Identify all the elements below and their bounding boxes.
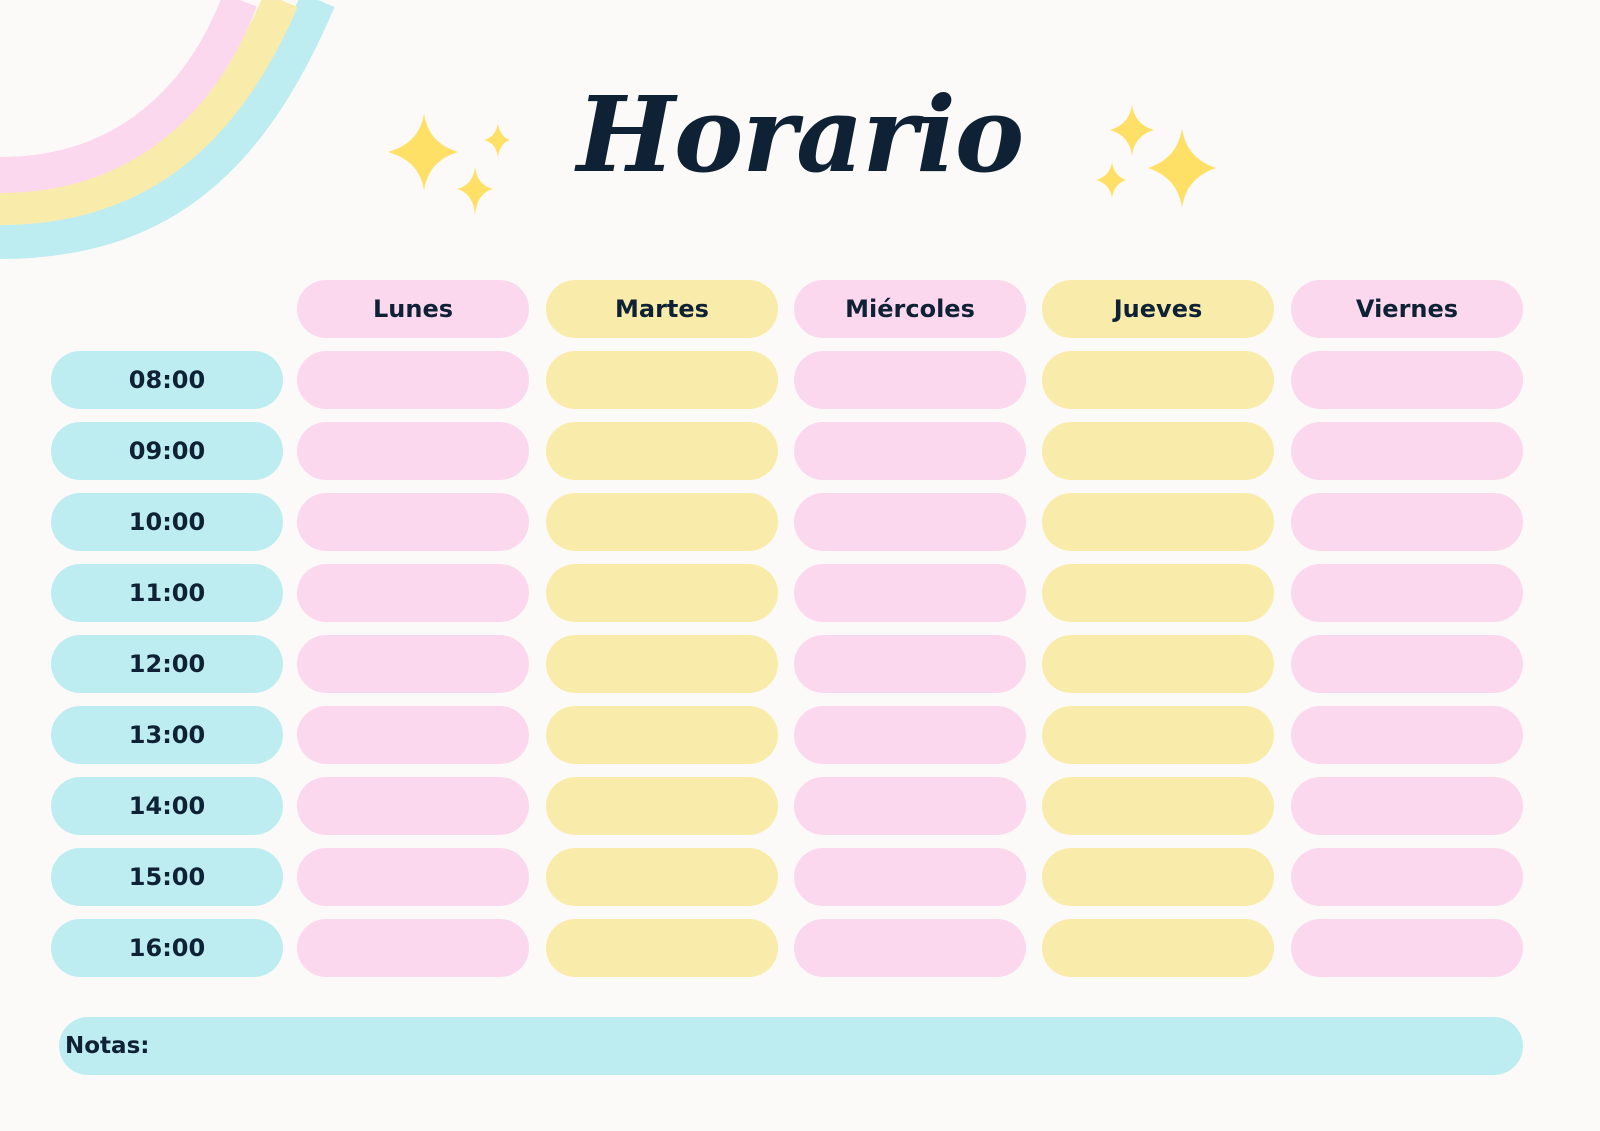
- schedule-cell-lunes[interactable]: [297, 493, 529, 551]
- time-label: 11:00: [51, 564, 283, 622]
- schedule-cell-miercoles[interactable]: [794, 635, 1026, 693]
- schedule-cell-viernes[interactable]: [1291, 777, 1523, 835]
- schedule-cell-miercoles[interactable]: [794, 422, 1026, 480]
- time-label: 13:00: [51, 706, 283, 764]
- time-label: 14:00: [51, 777, 283, 835]
- schedule-cell-miercoles[interactable]: [794, 493, 1026, 551]
- notes-label: Notas:: [65, 1033, 150, 1059]
- schedule-cell-lunes[interactable]: [297, 635, 529, 693]
- schedule-cell-viernes[interactable]: [1291, 635, 1523, 693]
- day-header-lunes: Lunes: [297, 280, 529, 338]
- schedule-cell-lunes[interactable]: [297, 777, 529, 835]
- schedule-cell-lunes[interactable]: [297, 351, 529, 409]
- schedule-cell-miercoles[interactable]: [794, 919, 1026, 977]
- schedule-cell-viernes[interactable]: [1291, 919, 1523, 977]
- schedule-cell-jueves[interactable]: [1042, 919, 1274, 977]
- schedule-cell-martes[interactable]: [546, 635, 778, 693]
- schedule-cell-lunes[interactable]: [297, 919, 529, 977]
- notes-field[interactable]: Notas:: [59, 1017, 1523, 1075]
- schedule-cell-jueves[interactable]: [1042, 422, 1274, 480]
- schedule-cell-martes[interactable]: [546, 919, 778, 977]
- time-label: 12:00: [51, 635, 283, 693]
- schedule-cell-jueves[interactable]: [1042, 706, 1274, 764]
- time-label: 08:00: [51, 351, 283, 409]
- day-header-miercoles: Miércoles: [794, 280, 1026, 338]
- schedule-cell-martes[interactable]: [546, 564, 778, 622]
- schedule-cell-martes[interactable]: [546, 706, 778, 764]
- day-header-viernes: Viernes: [1291, 280, 1523, 338]
- schedule-cell-viernes[interactable]: [1291, 564, 1523, 622]
- schedule-cell-martes[interactable]: [546, 422, 778, 480]
- schedule-cell-lunes[interactable]: [297, 848, 529, 906]
- schedule-cell-viernes[interactable]: [1291, 351, 1523, 409]
- schedule-cell-miercoles[interactable]: [794, 706, 1026, 764]
- schedule-cell-jueves[interactable]: [1042, 351, 1274, 409]
- time-label: 16:00: [51, 919, 283, 977]
- page-title: Horario: [576, 73, 1024, 196]
- schedule-cell-martes[interactable]: [546, 848, 778, 906]
- schedule-cell-jueves[interactable]: [1042, 635, 1274, 693]
- schedule-cell-viernes[interactable]: [1291, 422, 1523, 480]
- schedule-cell-viernes[interactable]: [1291, 706, 1523, 764]
- schedule-cell-jueves[interactable]: [1042, 564, 1274, 622]
- schedule-cell-miercoles[interactable]: [794, 848, 1026, 906]
- schedule-cell-jueves[interactable]: [1042, 493, 1274, 551]
- schedule-cell-viernes[interactable]: [1291, 848, 1523, 906]
- schedule-cell-lunes[interactable]: [297, 564, 529, 622]
- schedule-cell-martes[interactable]: [546, 351, 778, 409]
- time-label: 10:00: [51, 493, 283, 551]
- schedule-cell-martes[interactable]: [546, 777, 778, 835]
- schedule-cell-jueves[interactable]: [1042, 848, 1274, 906]
- schedule-cell-martes[interactable]: [546, 493, 778, 551]
- time-label: 09:00: [51, 422, 283, 480]
- schedule-cell-lunes[interactable]: [297, 422, 529, 480]
- schedule-cell-lunes[interactable]: [297, 706, 529, 764]
- schedule-cell-miercoles[interactable]: [794, 564, 1026, 622]
- time-label: 15:00: [51, 848, 283, 906]
- schedule-cell-jueves[interactable]: [1042, 777, 1274, 835]
- day-header-jueves: Jueves: [1042, 280, 1274, 338]
- day-header-martes: Martes: [546, 280, 778, 338]
- schedule-cell-miercoles[interactable]: [794, 777, 1026, 835]
- schedule-cell-viernes[interactable]: [1291, 493, 1523, 551]
- schedule-cell-miercoles[interactable]: [794, 351, 1026, 409]
